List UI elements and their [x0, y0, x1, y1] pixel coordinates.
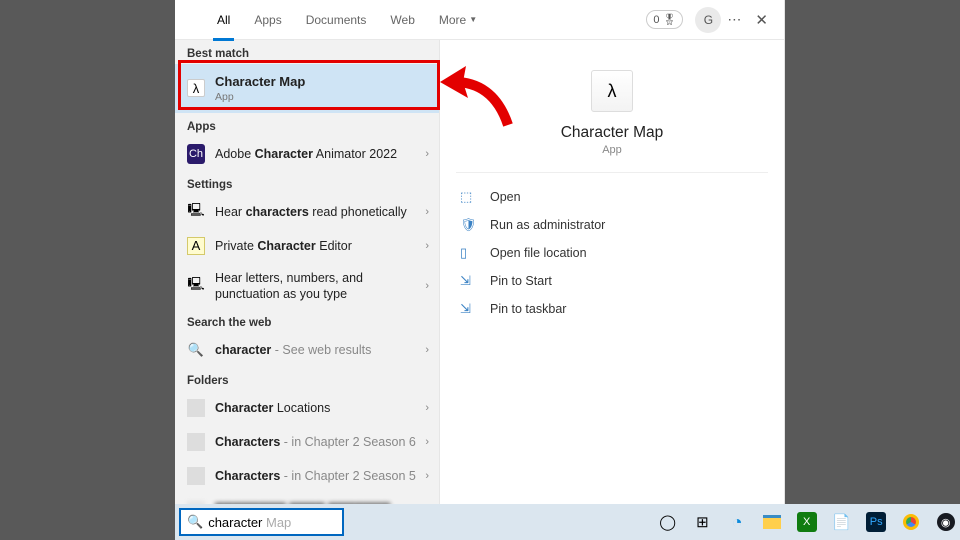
action-open[interactable]: ⬚Open	[460, 183, 764, 211]
pin-icon: ⇲	[460, 301, 478, 317]
folder-icon	[187, 467, 205, 485]
explorer-icon[interactable]	[758, 507, 787, 537]
tab-apps[interactable]: Apps	[242, 0, 293, 40]
search-panel: All Apps Documents Web More ▼ 0🎖 G ⋯ ✕ B…	[175, 0, 785, 540]
chevron-right-icon: ›	[425, 240, 429, 252]
tab-documents[interactable]: Documents	[294, 0, 379, 40]
action-run-admin[interactable]: 🛡Run as administrator	[460, 211, 764, 239]
action-open-location[interactable]: ▯Open file location	[460, 239, 764, 267]
steam-icon[interactable]: ◉	[931, 507, 960, 537]
search-suggestion-ghost: Map	[266, 515, 291, 530]
medal-icon: 🎖	[662, 13, 676, 26]
chevron-right-icon: ›	[425, 436, 429, 448]
results-list: Best match λ Character Map App Apps Ch A…	[175, 40, 440, 540]
section-folders: Folders	[175, 367, 439, 391]
setting-hear-characters[interactable]: 🖳 Hear characters read phonetically ›	[175, 195, 439, 229]
chevron-right-icon: ›	[425, 402, 429, 414]
cortana-icon[interactable]: ⊞	[688, 507, 717, 537]
narrator-icon: 🖳	[187, 277, 205, 295]
best-match-item[interactable]: λ Character Map App	[175, 64, 439, 113]
action-pin-start[interactable]: ⇲Pin to Start	[460, 267, 764, 295]
chrome-icon[interactable]	[897, 507, 926, 537]
chevron-right-icon: ›	[425, 344, 429, 356]
section-web: Search the web	[175, 309, 439, 333]
shield-icon: 🛡	[460, 217, 478, 233]
chevron-right-icon: ›	[425, 280, 429, 292]
xbox-icon[interactable]: X	[792, 507, 821, 537]
photoshop-icon[interactable]: Ps	[862, 507, 891, 537]
edge-icon[interactable]: ◔	[723, 507, 752, 537]
chevron-right-icon: ›	[425, 148, 429, 160]
search-icon: 🔍	[187, 341, 205, 359]
more-options[interactable]: ⋯	[727, 11, 743, 28]
folder-icon	[187, 399, 205, 417]
chevron-right-icon: ›	[425, 470, 429, 482]
folder-characters-s5[interactable]: Characters - in Chapter 2 Season 5 ›	[175, 459, 439, 493]
rewards-pill[interactable]: 0🎖	[646, 10, 683, 29]
charmap-icon: λ	[187, 79, 205, 97]
pin-icon: ⇲	[460, 273, 478, 289]
taskbar: 🔍 Map ◯ ⊞ ◔ X 📄 Ps ◉	[175, 504, 960, 540]
folder-icon	[187, 433, 205, 451]
adobe-icon: Ch	[187, 145, 205, 163]
section-best-match: Best match	[175, 40, 439, 64]
search-icon: 🔍	[187, 514, 203, 530]
task-view-icon[interactable]: ◯	[653, 507, 682, 537]
folder-character-locations[interactable]: Character Locations ›	[175, 391, 439, 425]
open-icon: ⬚	[460, 189, 478, 205]
taskbar-search-box[interactable]: 🔍 Map	[179, 508, 344, 536]
preview-title: Character Map	[456, 124, 768, 142]
pce-icon: A	[187, 237, 205, 255]
preview-pane: λ Character Map App ⬚Open 🛡Run as admini…	[440, 40, 784, 540]
preview-type: App	[456, 144, 768, 156]
chevron-right-icon: ›	[425, 206, 429, 218]
section-settings: Settings	[175, 171, 439, 195]
tab-web[interactable]: Web	[378, 0, 426, 40]
app-adobe-character[interactable]: Ch Adobe Character Animator 2022 ›	[175, 137, 439, 171]
preview-app-icon: λ	[591, 70, 633, 112]
folder-icon: ▯	[460, 245, 478, 261]
setting-hear-letters[interactable]: 🖳 Hear letters, numbers, and punctuation…	[175, 263, 439, 310]
tab-bar: All Apps Documents Web More ▼ 0🎖 G ⋯ ✕	[175, 0, 784, 40]
notepad-icon[interactable]: 📄	[827, 507, 856, 537]
tab-all[interactable]: All	[205, 0, 242, 40]
folder-characters-s6[interactable]: Characters - in Chapter 2 Season 6 ›	[175, 425, 439, 459]
action-list: ⬚Open 🛡Run as administrator ▯Open file l…	[440, 173, 784, 333]
section-apps: Apps	[175, 113, 439, 137]
action-pin-taskbar[interactable]: ⇲Pin to taskbar	[460, 295, 764, 323]
narrator-icon: 🖳	[187, 203, 205, 221]
web-result-character[interactable]: 🔍 character - See web results ›	[175, 333, 439, 367]
close-button[interactable]: ✕	[749, 11, 774, 29]
setting-private-character-editor[interactable]: A Private Character Editor ›	[175, 229, 439, 263]
user-avatar[interactable]: G	[695, 7, 721, 33]
tab-more[interactable]: More ▼	[427, 0, 489, 40]
